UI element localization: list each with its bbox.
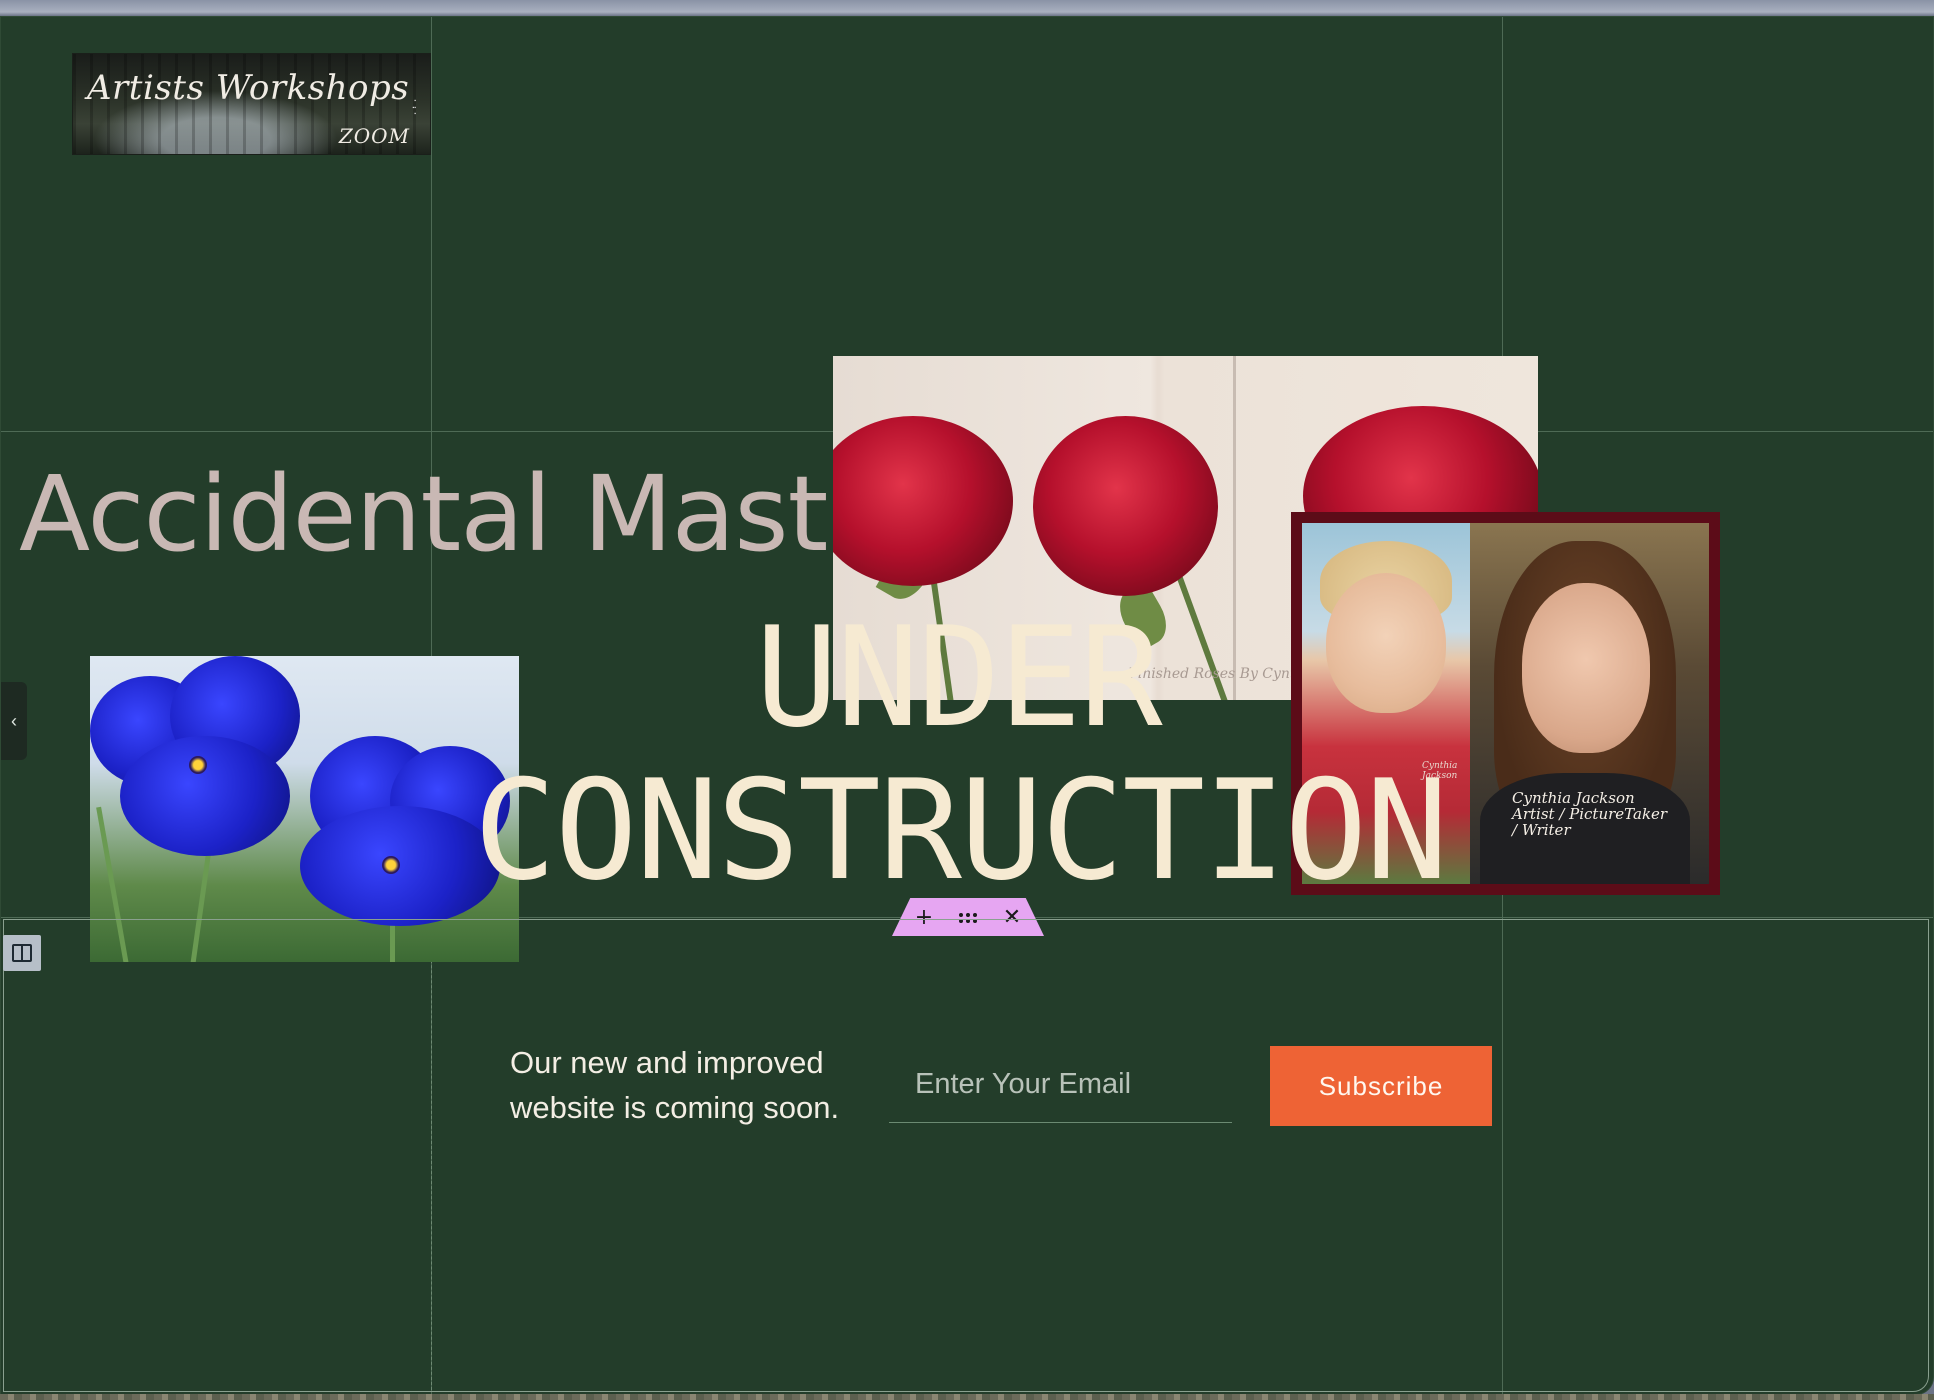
collapse-panel-tab[interactable]: ‹ [1, 682, 27, 760]
logo-subtitle: ZOOM [338, 124, 410, 148]
hero-title-line2[interactable]: CONSTRUCTION [1, 762, 1927, 900]
columns-icon [12, 944, 32, 962]
page-canvas: Artists Workshops ▪ ▪▪ ▪ ZOOM Accidental M… [0, 16, 1934, 1395]
site-logo[interactable]: Artists Workshops ▪ ▪▪ ▪ ZOOM [72, 53, 431, 155]
layout-toggle-button[interactable] [3, 935, 41, 971]
hero-title-line1[interactable]: UNDER [1, 609, 1925, 747]
subscribe-button[interactable]: Subscribe [1270, 1046, 1492, 1126]
email-field[interactable] [889, 1047, 1232, 1123]
rose-bloom [1033, 416, 1218, 596]
logo-title: Artists Workshops [87, 68, 410, 108]
coming-soon-text: Our new and improved website is coming s… [510, 1045, 840, 1125]
selected-section-outline [3, 919, 1929, 1392]
logo-mini-text: ▪ ▪▪ ▪ [412, 98, 416, 117]
desktop-background-strip [0, 1394, 1934, 1400]
rose-bloom [833, 416, 1013, 586]
